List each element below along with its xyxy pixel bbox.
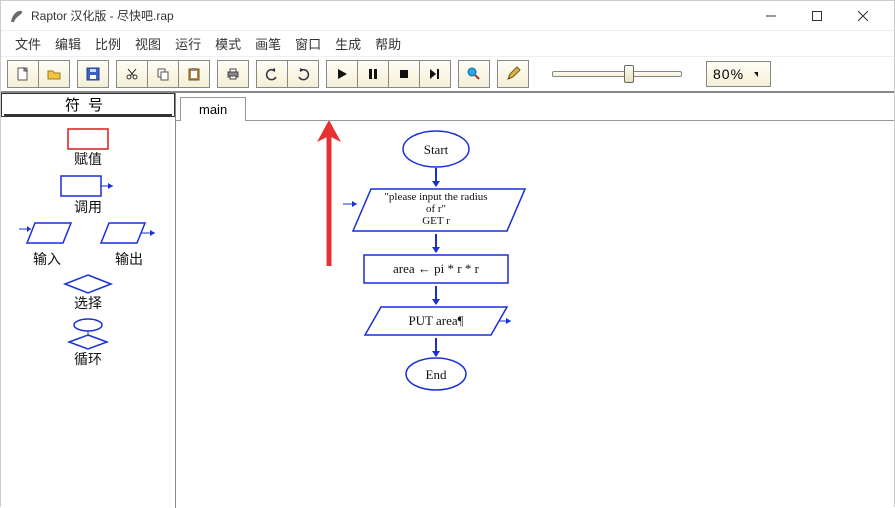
folder-open-icon	[46, 66, 62, 82]
menu-edit[interactable]: 编辑	[55, 34, 81, 53]
palette-output[interactable]: 输出	[99, 221, 159, 269]
breakpoint-icon	[466, 66, 482, 82]
print-button[interactable]	[217, 60, 249, 88]
tab-strip: main	[176, 93, 894, 121]
node-assign[interactable]: area ← pi * r * r	[361, 252, 511, 286]
node-input[interactable]: "please input the radius of r" GET r	[341, 186, 531, 234]
palette-assign-label: 赋值	[74, 149, 102, 169]
menu-file[interactable]: 文件	[15, 34, 41, 53]
minimize-button[interactable]	[748, 1, 794, 31]
new-button[interactable]	[7, 60, 39, 88]
redo-icon	[295, 66, 311, 82]
menu-generate[interactable]: 生成	[335, 34, 361, 53]
flowchart-canvas[interactable]: Start "please input the radius of r" GET…	[176, 121, 894, 508]
pen-button[interactable]	[497, 60, 529, 88]
close-button[interactable]	[840, 1, 886, 31]
palette-select-label: 选择	[74, 293, 102, 313]
node-input-line3: GET r	[341, 215, 531, 227]
undo-icon	[264, 66, 280, 82]
pause-button[interactable]	[357, 60, 389, 88]
menu-run[interactable]: 运行	[175, 34, 201, 53]
menu-mode[interactable]: 模式	[215, 34, 241, 53]
palette-select[interactable]: 选择	[61, 273, 115, 313]
scissors-icon	[124, 66, 140, 82]
pause-icon	[365, 66, 381, 82]
save-button[interactable]	[77, 60, 109, 88]
tab-main[interactable]: main	[180, 97, 246, 121]
toolbar: 80%	[1, 57, 894, 93]
palette-input[interactable]: 输入	[17, 221, 77, 269]
menu-help[interactable]: 帮助	[375, 34, 401, 53]
file-new-icon	[15, 66, 31, 82]
slider-track	[552, 71, 682, 77]
breakpoint-button[interactable]	[458, 60, 490, 88]
printer-icon	[225, 66, 241, 82]
speed-slider[interactable]	[552, 63, 682, 85]
step-forward-icon	[427, 66, 443, 82]
node-output-text: PUT area¶	[361, 313, 511, 329]
pen-icon	[505, 66, 521, 82]
paste-button[interactable]	[178, 60, 210, 88]
maximize-button[interactable]	[794, 1, 840, 31]
dropdown-arrow-icon	[752, 67, 766, 81]
cut-button[interactable]	[116, 60, 148, 88]
play-button[interactable]	[326, 60, 358, 88]
menu-bar: 文件 编辑 比例 视图 运行 模式 画笔 窗口 生成 帮助	[1, 31, 894, 57]
node-start-text: Start	[424, 142, 449, 158]
node-end-text: End	[426, 367, 447, 383]
palette-call-label: 调用	[74, 197, 102, 217]
title-bar: Raptor 汉化版 - 尽快吧.rap	[1, 1, 894, 31]
node-assign-text: area ← pi * r * r	[361, 261, 511, 277]
copy-button[interactable]	[147, 60, 179, 88]
zoom-select[interactable]: 80%	[706, 61, 771, 87]
menu-scale[interactable]: 比例	[95, 34, 121, 53]
palette-output-label: 输出	[115, 249, 143, 269]
palette-header: 符号	[4, 94, 172, 116]
open-button[interactable]	[38, 60, 70, 88]
undo-button[interactable]	[256, 60, 288, 88]
copy-icon	[155, 66, 171, 82]
node-input-line1: "please input the radius	[341, 191, 531, 203]
palette-loop-label: 循环	[74, 349, 102, 369]
menu-view[interactable]: 视图	[135, 34, 161, 53]
stop-icon	[396, 66, 412, 82]
app-icon	[9, 8, 25, 24]
step-button[interactable]	[419, 60, 451, 88]
save-icon	[85, 66, 101, 82]
redo-button[interactable]	[287, 60, 319, 88]
clipboard-icon	[186, 66, 202, 82]
palette-call[interactable]: 调用	[57, 173, 119, 217]
node-input-line2: of r"	[341, 203, 531, 215]
zoom-value: 80%	[711, 66, 752, 82]
slider-thumb[interactable]	[624, 65, 634, 83]
palette-loop[interactable]: 循环	[61, 317, 115, 369]
palette-input-label: 输入	[33, 249, 61, 269]
symbol-palette: 符号 赋值 调用 输入 输出 选择	[1, 93, 176, 508]
menu-window[interactable]: 窗口	[295, 34, 321, 53]
node-output[interactable]: PUT area¶	[361, 304, 511, 338]
main-pane: main Start "please input the radius of r…	[176, 93, 894, 508]
palette-assign[interactable]: 赋值	[66, 127, 110, 169]
stop-button[interactable]	[388, 60, 420, 88]
play-icon	[334, 66, 350, 82]
window-title: Raptor 汉化版 - 尽快吧.rap	[31, 7, 174, 24]
menu-brush[interactable]: 画笔	[255, 34, 281, 53]
